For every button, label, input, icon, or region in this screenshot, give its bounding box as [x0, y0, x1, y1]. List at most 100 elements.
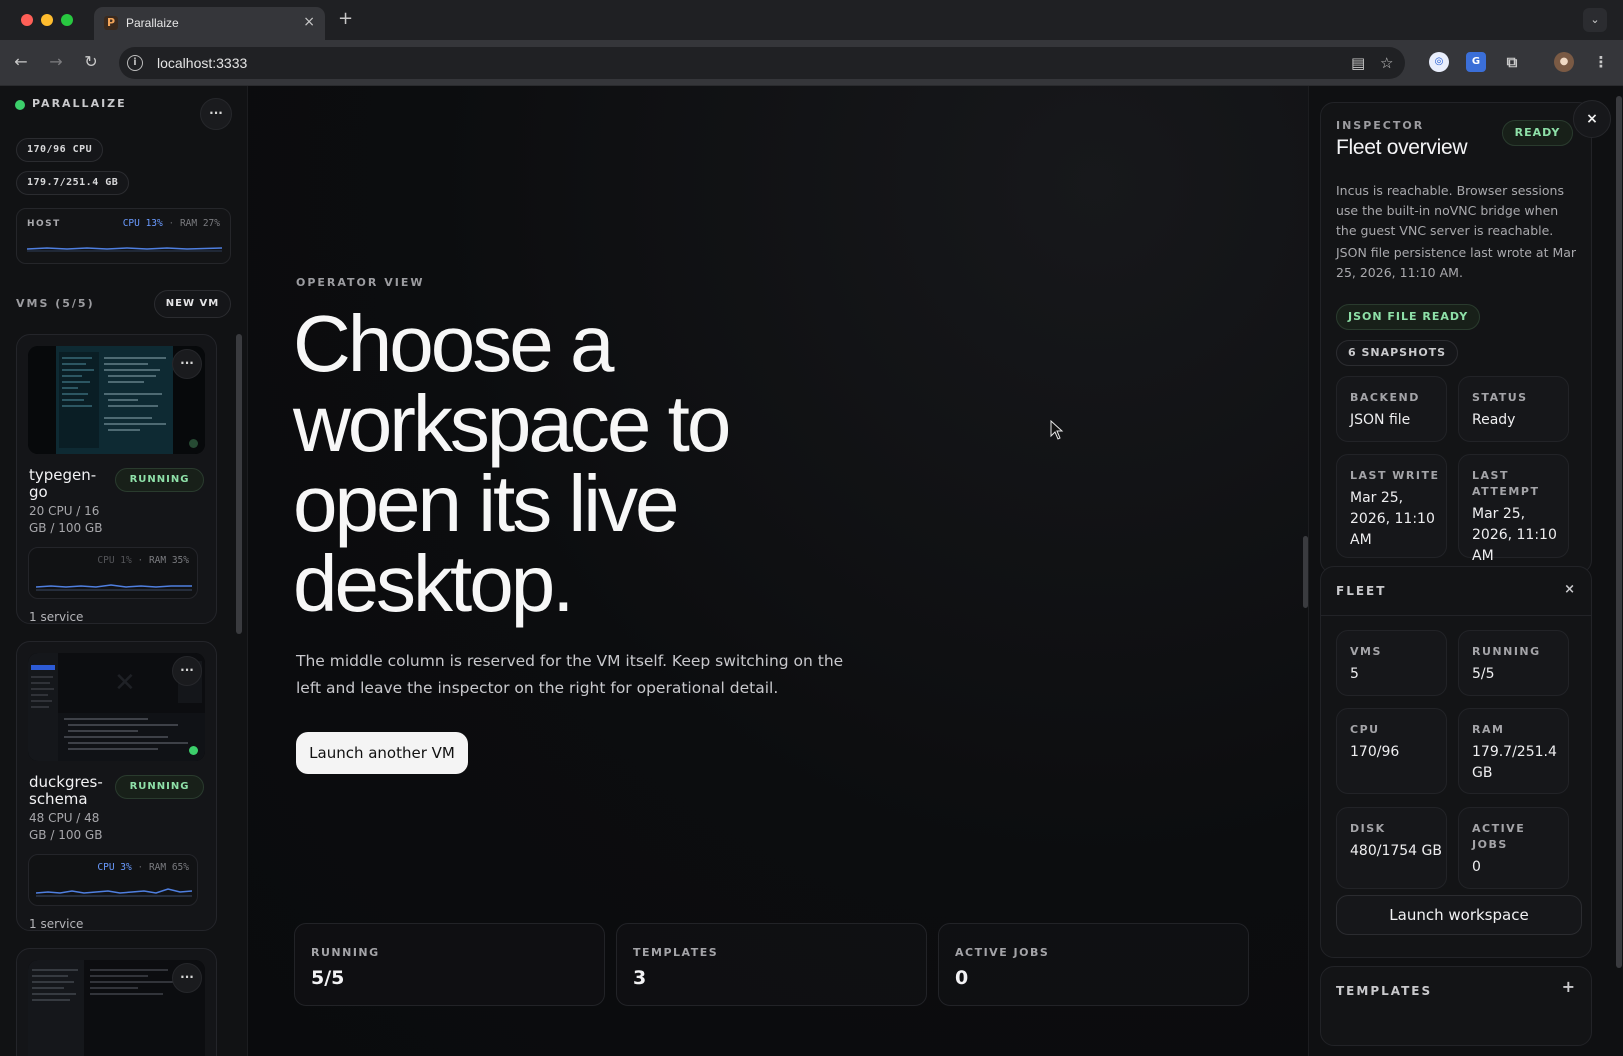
add-template-icon[interactable]: +	[1562, 979, 1575, 995]
browser-menu-icon[interactable]: ⋮	[1591, 52, 1611, 72]
host-label: HOST	[27, 219, 61, 229]
vm-metric: CPU 3% · RAM 65%	[97, 862, 189, 874]
inspector-title: Fleet overview	[1336, 136, 1468, 159]
stat-active-jobs: ACTIVE JOBS 0	[938, 923, 1249, 1006]
inspector-scrollbar[interactable]	[1616, 96, 1622, 968]
vm-name[interactable]: typegen-go	[29, 467, 111, 501]
persistence-status-text: JSON file persistence last wrote at Mar …	[1336, 245, 1577, 280]
snapshots-pill: 6 SNAPSHOTS	[1336, 340, 1459, 366]
fleet-active-jobs: ACTIVE JOBS 0	[1458, 807, 1569, 889]
sidebar-scrollbar[interactable]	[236, 334, 242, 634]
vm-card-typegen-go[interactable]: ··· typegen-go RUNNING 20 CPU / 16 GB / …	[16, 334, 217, 624]
vm-name[interactable]: duckgres-schema	[29, 774, 111, 808]
vm-menu-button[interactable]: ···	[172, 656, 202, 686]
fleet-value: 5	[1350, 666, 1359, 682]
stat-value: 3	[633, 967, 647, 989]
stat-label: RUNNING	[311, 946, 380, 959]
vm-metrics-card: CPU 1% · RAM 35%	[28, 547, 198, 599]
fleet-ram: RAM 179.7/251.4 GB	[1458, 708, 1569, 794]
sidebar-menu-button[interactable]: ···	[200, 98, 232, 130]
vm-menu-button[interactable]: ···	[172, 963, 202, 993]
fleet-value: 480/1754 GB	[1350, 843, 1442, 859]
detail-label: BACKEND	[1350, 391, 1420, 404]
window-minimize-button[interactable]	[41, 14, 53, 26]
profile-avatar[interactable]: ●	[1554, 52, 1574, 72]
divider	[1321, 615, 1591, 616]
address-bar[interactable]: i localhost:3333 ▤ ☆	[119, 47, 1405, 79]
vm-status-dot	[189, 746, 198, 755]
window-zoom-button[interactable]	[61, 14, 73, 26]
detail-last-write: LAST WRITE Mar 25, 2026, 11:10 AM	[1336, 454, 1447, 558]
vm-metric: CPU 1% · RAM 35%	[97, 555, 189, 567]
stat-templates: TEMPLATES 3	[616, 923, 927, 1006]
vm-menu-button[interactable]: ···	[172, 349, 202, 379]
host-metric-separator: ·	[168, 218, 175, 229]
address-url[interactable]: localhost:3333	[157, 54, 247, 72]
stat-value: 5/5	[311, 967, 345, 989]
app-root: PARALLAIZE ··· 170/96 CPU 179.7/251.4 GB…	[0, 86, 1623, 1056]
new-vm-button[interactable]: NEW VM	[154, 290, 231, 318]
extension-1-icon[interactable]: ◎	[1429, 52, 1449, 72]
host-cpu: CPU 13%	[122, 218, 163, 229]
detail-label: LAST WRITE	[1350, 469, 1440, 482]
back-arrow-icon[interactable]: ←	[11, 52, 31, 72]
fleet-value: 179.7/251.4 GB	[1472, 744, 1557, 781]
incus-status-text: Incus is reachable. Browser sessions use…	[1336, 183, 1564, 238]
bookmark-star-icon[interactable]: ☆	[1380, 54, 1393, 72]
tab-title: Parallaize	[126, 16, 179, 30]
detail-value: Mar 25, 2026, 11:10 AM	[1350, 490, 1435, 548]
stat-value: 0	[955, 967, 969, 989]
vm-sparkline	[36, 888, 192, 897]
extensions-puzzle-icon[interactable]: ⧉	[1502, 52, 1522, 72]
detail-value: Ready	[1472, 412, 1516, 428]
browser-toolbar: ← → ↻ i localhost:3333 ▤ ☆ ◎ G ⧉ ● ⋮	[0, 40, 1623, 86]
templates-card: TEMPLATES +	[1320, 966, 1592, 1046]
fleet-running: RUNNING 5/5	[1458, 630, 1569, 696]
inspector-eyebrow: INSPECTOR	[1336, 119, 1425, 132]
page-subtitle: The middle column is reserved for the VM…	[296, 652, 844, 697]
reload-icon[interactable]: ↻	[81, 52, 101, 72]
fleet-vms: VMS 5	[1336, 630, 1447, 696]
browser-tab-active[interactable]: P Parallaize ×	[94, 7, 325, 40]
vm-ram: RAM 35%	[148, 555, 189, 566]
page-headline: Choose a workspace to open its live desk…	[293, 299, 731, 628]
fleet-card: FLEET × VMS 5 RUNNING 5/5 CPU 170/96 RAM…	[1320, 566, 1592, 958]
detail-label: STATUS	[1472, 391, 1528, 404]
tab-search-menu-button[interactable]: ⌄	[1583, 8, 1607, 32]
fleet-value: 5/5	[1472, 666, 1495, 682]
host-metric: CPU 13% · RAM 27%	[123, 218, 220, 230]
site-info-icon[interactable]: i	[127, 55, 143, 71]
detail-last-attempt: LAST ATTEMPT Mar 25, 2026, 11:10 AM	[1458, 454, 1569, 564]
translate-extension-icon[interactable]: G	[1466, 52, 1486, 72]
launch-another-vm-button[interactable]: Launch another VM	[296, 732, 468, 774]
vm-card-duckgres-schema[interactable]: ✕ ··· duckgres-schema RUNNING 48 CPU / 4…	[16, 641, 217, 931]
forward-arrow-icon[interactable]: →	[46, 52, 66, 72]
fleet-label: CPU	[1350, 723, 1380, 736]
new-tab-button[interactable]: +	[338, 9, 353, 29]
stat-label: ACTIVE JOBS	[955, 946, 1050, 959]
clipboard-icon[interactable]: ▤	[1351, 54, 1365, 72]
sidebar: PARALLAIZE ··· 170/96 CPU 179.7/251.4 GB…	[0, 86, 248, 1056]
status-dot-icon	[15, 100, 25, 110]
fleet-label: DISK	[1350, 822, 1386, 835]
inspector-close-button[interactable]: ×	[1573, 100, 1611, 138]
vm-cpu: CPU 1%	[97, 555, 132, 566]
vm-status-badge: RUNNING	[115, 775, 204, 799]
vm-sparkline	[36, 584, 192, 591]
launch-workspace-button[interactable]: Launch workspace	[1336, 895, 1582, 935]
detail-value: JSON file	[1350, 412, 1411, 428]
json-file-ready-pill: JSON FILE READY	[1336, 304, 1481, 330]
fleet-value: 170/96	[1350, 744, 1400, 760]
fleet-cpu: CPU 170/96	[1336, 708, 1447, 794]
detail-backend: BACKEND JSON file	[1336, 376, 1447, 442]
host-sparkline	[27, 247, 222, 252]
vm-metric-separator: ·	[137, 555, 144, 566]
fleet-title: FLEET	[1336, 584, 1387, 598]
mouse-pointer-icon	[1050, 420, 1064, 440]
detail-status: STATUS Ready	[1458, 376, 1569, 442]
vm-card-3[interactable]: ···	[16, 948, 217, 1056]
window-close-button[interactable]	[21, 14, 33, 26]
vm-spec: 20 CPU / 16 GB / 100 GB	[29, 504, 103, 535]
tab-close-icon[interactable]: ×	[303, 14, 315, 30]
fleet-close-icon[interactable]: ×	[1564, 582, 1575, 598]
